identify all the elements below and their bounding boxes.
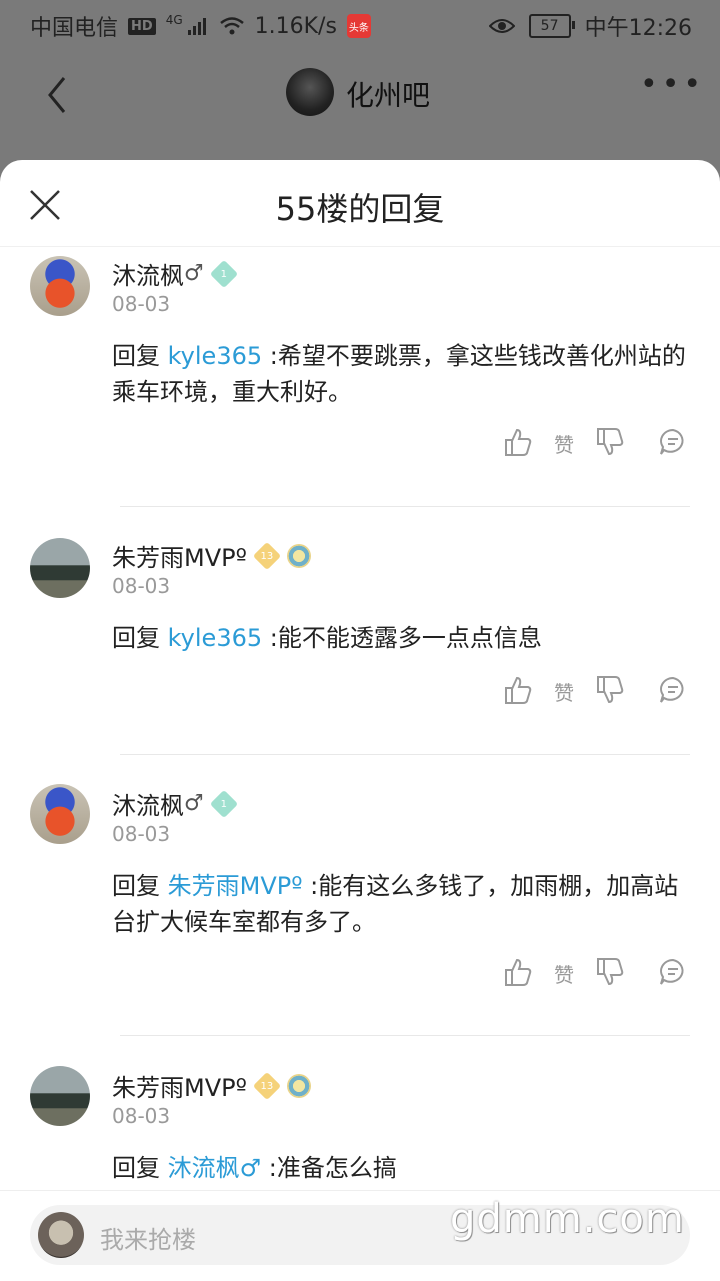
comment-icon[interactable] xyxy=(658,426,688,458)
reply-actions: 赞 xyxy=(500,426,700,462)
username-row: 沐流枫 ♂ 1 xyxy=(112,786,238,821)
status-bar: 中国电信 HD 4G 1.16K/s 头条 57 中午12:26 xyxy=(0,0,720,50)
reply-content: 回复 沐流枫♂ :准备怎么搞 xyxy=(112,1150,692,1186)
reply-actions: 赞 xyxy=(500,956,700,992)
reply-input-placeholder[interactable]: 我来抢楼 xyxy=(100,1220,196,1255)
divider xyxy=(120,506,690,507)
dislike-icon[interactable] xyxy=(596,426,624,458)
watermark: gdmm.com xyxy=(450,1196,685,1242)
reply-sheet: 55楼的回复 沐流枫 ♂ 1 08-03 回复 kyle365 :希望不要跳票，… xyxy=(0,160,720,1280)
reply-content: 回复 kyle365 :希望不要跳票，拿这些钱改善化州站的乘车环境，重大利好。 xyxy=(112,338,692,410)
eye-icon xyxy=(488,19,515,33)
mention-link[interactable]: 朱芳雨MVPº xyxy=(168,872,303,900)
network-type: 4G xyxy=(165,13,183,27)
mention-link[interactable]: kyle365 xyxy=(168,342,263,370)
mention-link[interactable]: 沐流枫♂ xyxy=(168,1154,262,1182)
sheet-title: 55楼的回复 xyxy=(275,190,445,228)
mention-link[interactable]: kyle365 xyxy=(168,624,263,652)
reply-prefix: 回复 xyxy=(112,624,160,652)
reply-date: 08-03 xyxy=(112,822,171,846)
level-badge-icon: 13 xyxy=(252,1071,282,1100)
avatar[interactable] xyxy=(30,256,90,316)
reply-actions: 赞 xyxy=(500,674,700,710)
forum-avatar[interactable] xyxy=(286,68,334,116)
divider xyxy=(120,754,690,755)
gender-icon: ♂ xyxy=(184,261,204,286)
divider xyxy=(120,1035,690,1036)
network-speed: 1.16K/s xyxy=(254,13,337,39)
reply-content: 回复 朱芳雨MVPº :能有这么多钱了，加雨棚，加高站台扩大候车室都有多了。 xyxy=(112,868,692,940)
like-icon[interactable] xyxy=(504,956,532,988)
dislike-icon[interactable] xyxy=(596,956,624,988)
reply-text: :准备怎么搞 xyxy=(261,1154,397,1182)
like-label[interactable]: 赞 xyxy=(554,429,574,458)
username-row: 沐流枫 ♂ 1 xyxy=(112,256,238,291)
battery-icon: 57 xyxy=(528,14,575,38)
sheet-header: 55楼的回复 xyxy=(0,160,720,247)
username[interactable]: 沐流枫 xyxy=(112,786,184,821)
toutiao-app-icon: 头条 xyxy=(346,14,371,38)
like-label[interactable]: 赞 xyxy=(554,677,574,706)
like-icon[interactable] xyxy=(504,674,532,706)
reply-date: 08-03 xyxy=(112,574,171,598)
reply-content: 回复 kyle365 :能不能透露多一点点信息 xyxy=(112,620,692,656)
my-avatar[interactable] xyxy=(38,1212,84,1258)
reply-prefix: 回复 xyxy=(112,342,160,370)
level-badge-icon: 1 xyxy=(209,789,238,818)
hd-badge: HD xyxy=(128,17,156,35)
reply-prefix: 回复 xyxy=(112,1154,160,1182)
medal-icon xyxy=(286,543,311,568)
reply-date: 08-03 xyxy=(112,1104,171,1128)
back-arrow-icon[interactable] xyxy=(40,70,80,120)
username[interactable]: 朱芳雨MVPº xyxy=(112,1068,247,1103)
username[interactable]: 沐流枫 xyxy=(112,256,184,291)
level-badge-icon: 13 xyxy=(252,541,282,570)
signal-icon xyxy=(187,18,206,35)
avatar[interactable] xyxy=(30,1066,90,1126)
reply-prefix: 回复 xyxy=(112,872,160,900)
avatar[interactable] xyxy=(30,784,90,844)
dislike-icon[interactable] xyxy=(596,674,624,706)
reply-date: 08-03 xyxy=(112,292,171,316)
username-row: 朱芳雨MVPº 13 xyxy=(112,1068,311,1103)
medal-icon xyxy=(286,1073,311,1098)
wifi-icon xyxy=(219,17,244,35)
gender-icon: ♂ xyxy=(184,791,204,816)
forum-title[interactable]: 化州吧 xyxy=(346,74,430,114)
carrier-label: 中国电信 xyxy=(30,16,119,41)
like-icon[interactable] xyxy=(504,426,532,458)
level-badge-icon: 1 xyxy=(209,259,238,288)
more-icon[interactable]: ••• xyxy=(640,70,701,100)
like-label[interactable]: 赞 xyxy=(554,959,574,988)
clock: 中午12:26 xyxy=(584,16,692,41)
title-bar: 化州吧 ••• xyxy=(0,50,720,160)
comment-icon[interactable] xyxy=(658,956,688,988)
username[interactable]: 朱芳雨MVPº xyxy=(112,538,247,573)
avatar[interactable] xyxy=(30,538,90,598)
username-row: 朱芳雨MVPº 13 xyxy=(112,538,311,573)
comment-icon[interactable] xyxy=(658,674,688,706)
reply-text: :能不能透露多一点点信息 xyxy=(262,624,542,652)
